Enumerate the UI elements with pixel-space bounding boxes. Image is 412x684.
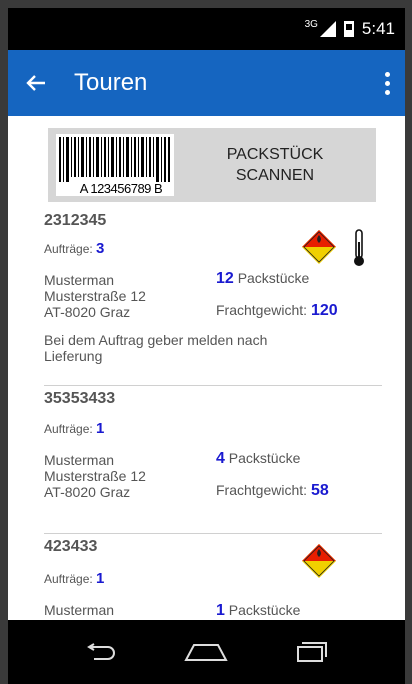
customer-name: Musterman <box>44 272 115 288</box>
orders-label: Aufträge: 1 <box>44 570 104 587</box>
orders-label-text: Aufträge: <box>44 242 93 256</box>
tour-number: 423433 <box>44 538 98 555</box>
app-bar: Touren <box>8 50 405 116</box>
tour-item[interactable]: 35353433 Aufträge: 1 Musterman Musterstr… <box>8 390 405 530</box>
scan-label-line1: PACKSTÜCK <box>226 146 324 163</box>
customer-name: Musterman <box>44 602 115 618</box>
signal-icon <box>319 21 336 37</box>
package-count-label: Packstücke <box>228 602 301 618</box>
delivery-note-line1: Bei dem Auftrag geber melden nach <box>44 332 268 348</box>
recent-apps-nav-icon[interactable] <box>282 632 342 672</box>
tour-item[interactable]: 2312345 Aufträge: 3 Musterman Musterstra… <box>8 212 405 387</box>
street: Musterstraße 12 <box>44 288 146 304</box>
tour-number: 35353433 <box>44 390 116 407</box>
package-count-label: Packstücke <box>228 450 301 466</box>
freight-weight-label: Frachtgewicht: <box>216 482 308 498</box>
orders-count: 1 <box>96 420 105 437</box>
home-nav-icon[interactable] <box>176 632 236 672</box>
package-count: 12 Packstücke <box>216 270 309 288</box>
orders-label-text: Aufträge: <box>44 572 93 586</box>
freight-weight-value: 120 <box>310 302 338 319</box>
back-arrow-icon[interactable] <box>8 50 64 116</box>
scan-package-button[interactable]: A 123456789 B PACKSTÜCK SCANNEN <box>48 128 376 202</box>
freight-weight-value: 58 <box>310 482 329 499</box>
package-count: 4 Packstücke <box>216 450 300 468</box>
package-count-value: 1 <box>216 602 225 619</box>
page-title: Touren <box>74 69 148 96</box>
address: Musterman <box>44 602 114 618</box>
barcode-icon: A 123456789 B <box>56 134 174 196</box>
orders-label: Aufträge: 1 <box>44 420 104 437</box>
orders-count: 3 <box>96 240 105 257</box>
tour-number: 2312345 <box>44 212 107 229</box>
city: AT-8020 Graz <box>44 304 131 320</box>
orders-label-text: Aufträge: <box>44 422 93 436</box>
freight-weight: Frachtgewicht: 120 <box>216 302 338 320</box>
package-count-value: 12 <box>216 270 234 287</box>
back-nav-icon[interactable] <box>71 632 131 672</box>
hazard-icon <box>302 544 336 578</box>
package-count-label: Packstücke <box>237 270 310 286</box>
orders-count: 1 <box>96 570 105 587</box>
package-count: 1 Packstücke <box>216 602 300 620</box>
status-time: 5:41 <box>361 19 395 38</box>
overflow-menu-icon[interactable] <box>369 50 405 116</box>
delivery-note: Bei dem Auftrag geber melden nach Liefer… <box>44 332 344 364</box>
battery-icon <box>343 21 354 37</box>
tour-list: A 123456789 B PACKSTÜCK SCANNEN 2312345 <box>8 116 405 620</box>
navigation-bar <box>8 620 405 684</box>
divider <box>44 385 382 386</box>
scan-label-line2: SCANNEN <box>235 167 315 184</box>
phone-screen: 3G 5:41 Touren A 123456789 B PACKSTÜCK S… <box>8 8 405 684</box>
hazard-icon <box>302 230 336 264</box>
divider <box>44 533 382 534</box>
customer-name: Musterman <box>44 452 115 468</box>
tour-item[interactable]: 423433 Aufträge: 1 Musterman 1 Packstück… <box>8 538 405 620</box>
package-count-value: 4 <box>216 450 225 467</box>
orders-label: Aufträge: 3 <box>44 240 104 257</box>
street: Musterstraße 12 <box>44 468 146 484</box>
status-bar: 3G 5:41 <box>8 8 405 50</box>
address: Musterman Musterstraße 12 AT-8020 Graz <box>44 452 146 500</box>
barcode-number: A 123456789 B <box>56 182 174 196</box>
freight-weight: Frachtgewicht: 58 <box>216 482 329 500</box>
thermometer-icon <box>354 229 364 266</box>
city: AT-8020 Graz <box>44 484 131 500</box>
freight-weight-label: Frachtgewicht: <box>216 302 308 318</box>
scan-button-label: PACKSTÜCK SCANNEN <box>174 144 376 186</box>
address: Musterman Musterstraße 12 AT-8020 Graz <box>44 272 146 320</box>
network-type: 3G <box>304 18 318 30</box>
delivery-note-line2: Lieferung <box>44 348 103 364</box>
